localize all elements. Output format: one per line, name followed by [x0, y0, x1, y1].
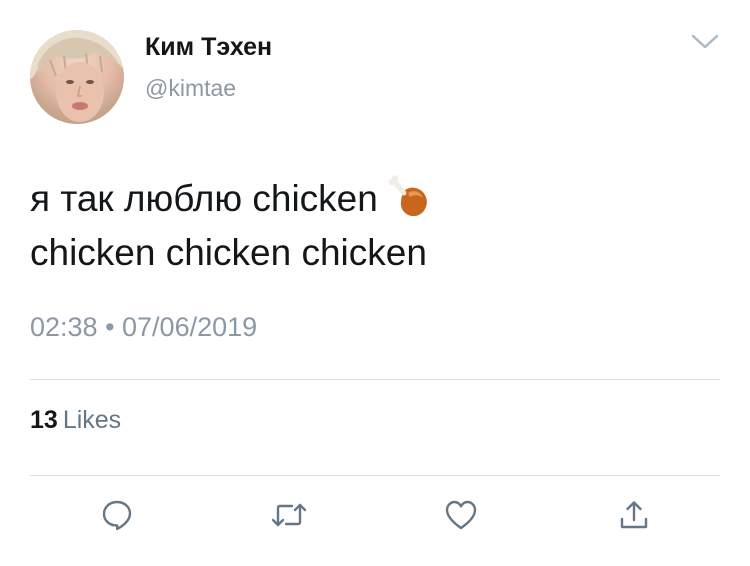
tweet-line-1: я так люблю chicken [30, 172, 710, 226]
reply-icon [100, 498, 134, 537]
chevron-down-icon[interactable] [690, 32, 720, 52]
tweet-text: я так люблю chicken chicken chicken chic… [30, 172, 710, 280]
divider [30, 475, 720, 476]
reply-button[interactable] [97, 497, 137, 537]
display-name[interactable]: Ким Тэхен [145, 30, 272, 64]
poultry-leg-icon [384, 173, 430, 219]
retweet-button[interactable] [269, 497, 309, 537]
likes-count: 13 [30, 406, 58, 434]
avatar[interactable] [30, 30, 124, 124]
like-button[interactable] [441, 497, 481, 537]
user-handle[interactable]: @kimtae [145, 73, 236, 103]
retweet-icon [270, 498, 308, 537]
likes-summary[interactable]: 13 Likes [30, 404, 121, 436]
share-icon [617, 498, 651, 537]
tweet-line-1-text: я так люблю chicken [30, 178, 378, 219]
avatar-image [30, 30, 124, 122]
share-button[interactable] [614, 497, 654, 537]
tweet-line-2: chicken chicken chicken [30, 232, 427, 273]
like-icon [443, 498, 479, 537]
divider [30, 379, 720, 380]
timestamp[interactable]: 02:38 • 07/06/2019 [30, 310, 257, 344]
likes-label: Likes [62, 406, 122, 434]
